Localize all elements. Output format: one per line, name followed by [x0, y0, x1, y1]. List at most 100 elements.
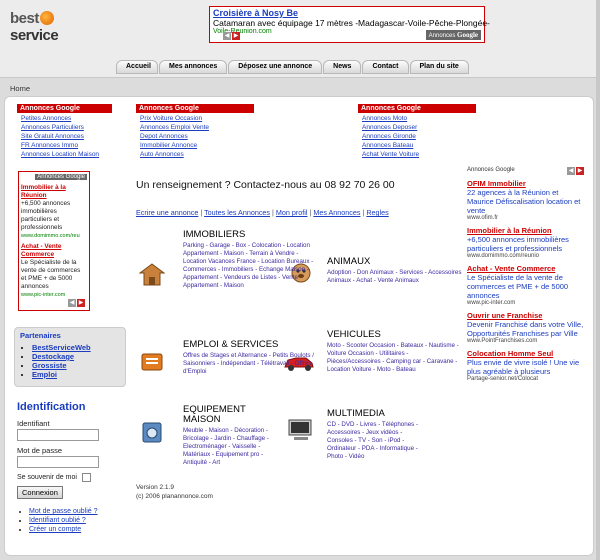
left-sidebar-ad: Annonces Google Immobilier à la Réunion …: [18, 171, 90, 311]
prev-arrow-icon[interactable]: ◀: [223, 32, 231, 40]
ad-column-2: Annonces Google Prix Voiture Occasion An…: [136, 104, 254, 159]
password-label: Mot de passe: [17, 446, 63, 455]
ad-link[interactable]: Annonces Gironde: [362, 132, 476, 141]
category-title[interactable]: ANIMAUX: [327, 257, 462, 267]
logo-text-service: service: [10, 27, 59, 44]
main-content: Annonces Google Petites Annonces Annonce…: [4, 96, 594, 556]
link-ecrire-annonce[interactable]: Ecrire une annonce: [136, 208, 198, 217]
partners-box: Partenaires BestServiceWeb Destockage Gr…: [14, 327, 126, 387]
category-sub[interactable]: Moto - Scooter Occasion - Bateaux - Naut…: [327, 342, 462, 374]
top-banner-ad[interactable]: Croisière à Nosy Be Catamaran avec équip…: [209, 6, 490, 43]
ad-link[interactable]: Annonces Emploi Vente: [140, 123, 254, 132]
sidebar-ad-item[interactable]: OFIM Immobilier 22 agences à la Réunion …: [467, 179, 585, 221]
remember-me-label: Se souvenir de moi: [17, 474, 77, 481]
partner-link[interactable]: BestServiceWeb: [32, 343, 91, 352]
nav-contact[interactable]: Contact: [362, 60, 409, 74]
ad-column-1: Annonces Google Petites Annonces Annonce…: [17, 104, 112, 159]
category-title[interactable]: EQUIPEMENT MAISON: [183, 405, 278, 425]
site-logo[interactable]: bestservice: [10, 10, 100, 44]
category-sub[interactable]: Offres de Stages et Alternance - Petits …: [183, 352, 318, 376]
category-sub[interactable]: Meuble - Maison - Décoration - Bricolage…: [183, 427, 278, 467]
right-sidebar-ads: Annonces Google ◀ ▶ OFIM Immobilier 22 ag…: [467, 167, 585, 387]
sidebar-ad-item[interactable]: Immobilier à la Réunion +6,500 annonces …: [21, 184, 87, 240]
next-arrow-icon[interactable]: ▶: [232, 32, 240, 40]
next-arrow-icon[interactable]: ▶: [77, 299, 85, 307]
partner-link[interactable]: Grossiste: [32, 361, 67, 370]
site-header: bestservice Croisière à Nosy Be Catamara…: [0, 0, 600, 78]
nav-mes-annonces[interactable]: Mes annonces: [159, 60, 228, 74]
category-sub[interactable]: CD - DVD - Livres - Téléphones - Accesso…: [327, 421, 429, 461]
link-mon-profil[interactable]: Mon profil: [276, 208, 308, 217]
link-regles[interactable]: Regles: [366, 208, 388, 217]
sidebar-ad-item[interactable]: Achat - Vente Commerce Le Spécialiste de…: [467, 264, 585, 306]
ad-link[interactable]: Immobilier Annonce: [140, 141, 254, 150]
ad-link[interactable]: Annonces Bateau: [362, 141, 476, 150]
scrollbar[interactable]: [596, 0, 600, 560]
link-mes-annonces[interactable]: Mes Annonces: [313, 208, 360, 217]
category-emploi: EMPLOI & SERVICES Offres de Stages et Al…: [183, 340, 318, 376]
quick-links: Ecrire une annonce | Toutes les Annonces…: [136, 208, 389, 217]
sidebar-ad-item[interactable]: Ouvrir une Franchise Devenir Franchisé d…: [467, 311, 585, 344]
breadcrumb[interactable]: Home: [10, 84, 30, 93]
password-input[interactable]: [17, 456, 99, 468]
category-multimedia: MULTIMEDIA CD - DVD - Livres - Téléphone…: [327, 409, 429, 461]
remember-me-checkbox[interactable]: [81, 473, 91, 482]
category-equipement: EQUIPEMENT MAISON Meuble - Maison - Déco…: [183, 405, 278, 467]
computer-icon[interactable]: [286, 417, 316, 443]
login-box: Identification Identifiant Mot de passe …: [17, 401, 117, 534]
nav-plan-du-site[interactable]: Plan du site: [409, 60, 469, 74]
category-sub[interactable]: Parking - Garage - Box - Colocation - Lo…: [183, 242, 318, 290]
create-account-link[interactable]: Créer un compte: [29, 526, 81, 533]
ad-link[interactable]: Depot Annonces: [140, 132, 254, 141]
category-vehicules: VEHICULES Moto - Scooter Occasion - Bate…: [327, 330, 462, 374]
ad-link[interactable]: FR Annonces Immo: [21, 141, 112, 150]
link-toutes-annonces[interactable]: Toutes les Annonces: [204, 208, 270, 217]
partners-title: Partenaires: [20, 331, 61, 340]
ad-link[interactable]: Annonces Particuliers: [21, 123, 112, 132]
ads-by-google-badge[interactable]: Annonces Google ◀ ▶: [467, 167, 585, 179]
appliance-icon[interactable]: [139, 419, 165, 445]
top-ad-title[interactable]: Croisière à Nosy Be: [213, 8, 481, 18]
ads-by-google-badge[interactable]: Annonces Google: [425, 30, 481, 40]
tools-icon[interactable]: [139, 349, 165, 375]
nav-accueil[interactable]: Accueil: [116, 60, 158, 74]
category-title[interactable]: IMMOBILIERS: [183, 230, 318, 240]
category-title[interactable]: EMPLOI & SERVICES: [183, 340, 318, 350]
ad-link[interactable]: Site Gratuit Annonces: [21, 132, 112, 141]
logo-dot-icon: [39, 11, 54, 25]
ad-link[interactable]: Annonces Deposer: [362, 123, 476, 132]
username-input[interactable]: [17, 429, 99, 441]
sidebar-ad-item[interactable]: Colocation Homme Seul Plus envie de vivr…: [467, 349, 585, 382]
ad-link[interactable]: Annonces Location Maison: [21, 150, 112, 159]
top-ad-desc: Catamaran avec équipage 17 mètres -Madag…: [213, 18, 490, 28]
login-title: Identification: [17, 401, 86, 413]
ad-link[interactable]: Prix Voiture Occasion: [140, 114, 254, 123]
category-immobiliers: IMMOBILIERS Parking - Garage - Box - Col…: [183, 230, 318, 290]
category-title[interactable]: VEHICULES: [327, 330, 462, 340]
partner-link[interactable]: Emploi: [32, 370, 57, 379]
ad-column-head[interactable]: Annonces Google: [136, 104, 254, 113]
sidebar-ad-item[interactable]: Achat - Vente Commerce Le Spécialiste de…: [21, 243, 87, 299]
ads-by-google-badge[interactable]: Annonces Google: [21, 174, 87, 184]
contact-line: Un renseignement ? Contactez-nous au 08 …: [136, 179, 395, 191]
login-button[interactable]: Connexion: [17, 486, 63, 499]
sidebar-ad-item[interactable]: Immobilier à la Réunion +6,500 annonces …: [467, 226, 585, 259]
next-arrow-icon[interactable]: ▶: [576, 167, 584, 175]
category-animaux: ANIMAUX Adoption - Don Animaux - Service…: [327, 257, 462, 285]
prev-arrow-icon[interactable]: ◀: [68, 299, 76, 307]
ad-link[interactable]: Achat Vente Voiture: [362, 150, 476, 159]
ad-column-head[interactable]: Annonces Google: [17, 104, 112, 113]
ad-link[interactable]: Auto Annonces: [140, 150, 254, 159]
partner-link[interactable]: Destockage: [32, 352, 74, 361]
house-icon[interactable]: [138, 261, 166, 287]
nav-news[interactable]: News: [323, 60, 362, 74]
category-sub[interactable]: Adoption - Don Animaux - Services - Acce…: [327, 269, 462, 285]
nav-deposez-annonce[interactable]: Déposez une annonce: [228, 60, 323, 74]
prev-arrow-icon[interactable]: ◀: [567, 167, 575, 175]
ad-link[interactable]: Petites Annonces: [21, 114, 112, 123]
forgot-password-link[interactable]: Mot de passe oublié ?: [29, 508, 98, 515]
forgot-username-link[interactable]: Identifiant oublié ?: [29, 517, 86, 524]
category-title[interactable]: MULTIMEDIA: [327, 409, 429, 419]
ad-link[interactable]: Annonces Moto: [362, 114, 476, 123]
ad-column-head[interactable]: Annonces Google: [358, 104, 476, 113]
